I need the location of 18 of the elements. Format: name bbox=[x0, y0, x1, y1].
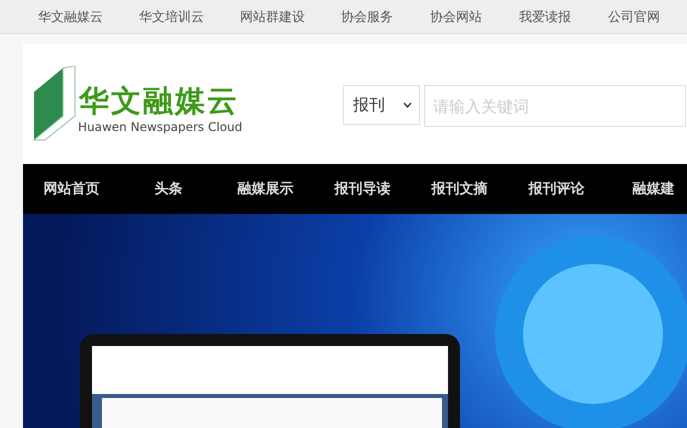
nav-item[interactable]: 融媒展示 bbox=[217, 180, 314, 198]
nav-item[interactable]: 头条 bbox=[120, 180, 217, 198]
category-select[interactable]: 报刊 bbox=[343, 85, 420, 125]
nav-item[interactable]: 报刊导读 bbox=[314, 180, 411, 198]
top-link[interactable]: 我爱读报 bbox=[519, 8, 608, 26]
top-link[interactable]: 协会服务 bbox=[341, 8, 430, 26]
nav-item[interactable]: 网站首页 bbox=[23, 180, 120, 198]
nav-item[interactable]: 报刊评论 bbox=[508, 180, 605, 198]
logo-subtitle: Huawen Newspapers Cloud bbox=[78, 120, 242, 134]
logo-title: 华文融媒云 bbox=[79, 84, 240, 120]
nav-item[interactable]: 报刊文摘 bbox=[411, 180, 508, 198]
nav-item[interactable]: 融媒建 bbox=[605, 180, 687, 198]
top-link[interactable]: 网站群建设 bbox=[240, 8, 341, 26]
top-link[interactable]: 华文融媒云 bbox=[38, 8, 139, 26]
top-link[interactable]: 协会网站 bbox=[430, 8, 519, 26]
caret-icon bbox=[403, 102, 412, 108]
top-link[interactable]: 公司官网 bbox=[608, 8, 687, 26]
top-link[interactable]: 华文培训云 bbox=[139, 8, 240, 26]
